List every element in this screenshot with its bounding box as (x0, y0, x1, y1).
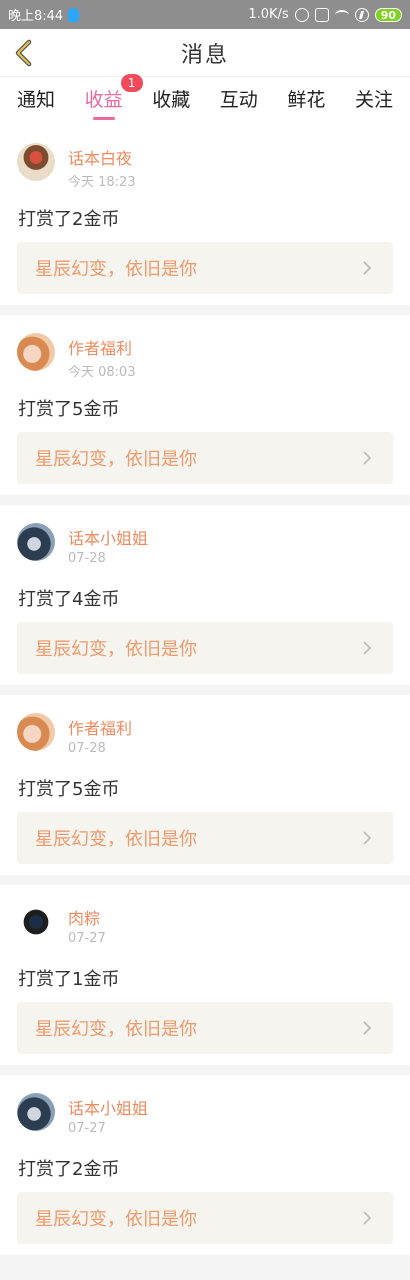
chevron-right-icon (363, 1211, 372, 1225)
book-title: 星辰幻变，依旧是你 (35, 449, 197, 470)
book-title: 星辰幻变，依旧是你 (35, 829, 197, 850)
tab-label: 收益 (84, 89, 123, 111)
network-speed: 1.0K/s (248, 7, 289, 22)
book-link[interactable]: 星辰幻变，依旧是你 (17, 432, 393, 484)
tab-label: 收藏 (152, 89, 191, 111)
book-link[interactable]: 星辰幻变，依旧是你 (17, 812, 393, 864)
book-link[interactable]: 星辰幻变，依旧是你 (17, 622, 393, 674)
tab-earnings[interactable]: 收益 1 (84, 74, 143, 125)
book-link[interactable]: 星辰幻变，依旧是你 (17, 242, 393, 294)
reward-item: 话本小姐姐 07-27 打赏了2金币星辰幻变，依旧是你 (0, 1075, 410, 1255)
timestamp: 07-27 (68, 1121, 106, 1136)
notification-icon (68, 7, 80, 22)
tab-favorites[interactable]: 收藏 (152, 77, 190, 125)
tab-notifications[interactable]: 通知 (17, 77, 55, 125)
reward-item: 话本白夜今天 18:23 打赏了2金币星辰幻变，依旧是你 (0, 125, 410, 305)
timestamp: 今天 18:23 (68, 175, 136, 190)
avatar[interactable] (17, 1093, 55, 1131)
sim-icon (314, 7, 329, 22)
header: 消息 (0, 29, 410, 77)
alarm-icon (294, 7, 309, 22)
status-bar: 晚上8:44 1.0K/s 90 (0, 0, 410, 29)
reward-message: 打赏了2金币 (18, 1159, 120, 1180)
chevron-right-icon (363, 261, 372, 275)
chevron-right-icon (363, 1021, 372, 1035)
book-link[interactable]: 星辰幻变，依旧是你 (17, 1002, 393, 1054)
charging-icon (354, 7, 369, 22)
back-arrow-icon[interactable] (10, 37, 40, 69)
tab-label: 通知 (17, 89, 56, 111)
avatar[interactable] (17, 713, 55, 751)
book-title: 星辰幻变，依旧是你 (35, 1209, 197, 1230)
reward-item: 作者福利今天 08:03 打赏了5金币星辰幻变，依旧是你 (0, 315, 410, 495)
avatar[interactable] (17, 143, 55, 181)
tab-flowers[interactable]: 鲜花 (287, 77, 325, 125)
tab-label: 互动 (219, 89, 258, 111)
status-time: 晚上8:44 (8, 9, 64, 24)
wifi-icon (334, 9, 349, 20)
reward-message: 打赏了1金币 (18, 969, 120, 990)
timestamp: 07-27 (68, 931, 106, 946)
reward-message: 打赏了5金币 (18, 779, 120, 800)
timestamp: 07-28 (68, 551, 106, 566)
page-title: 消息 (180, 42, 229, 68)
battery-indicator: 90 (374, 7, 402, 22)
tab-interactions[interactable]: 互动 (220, 77, 258, 125)
reward-message: 打赏了5金币 (18, 399, 120, 420)
reward-message: 打赏了4金币 (18, 589, 120, 610)
tab-following[interactable]: 关注 (355, 77, 393, 125)
book-title: 星辰幻变，依旧是你 (35, 1019, 197, 1040)
username[interactable]: 话本小姐姐 (68, 525, 148, 549)
avatar[interactable] (17, 903, 55, 941)
book-link[interactable]: 星辰幻变，依旧是你 (17, 1192, 393, 1244)
avatar[interactable] (17, 523, 55, 561)
tab-label: 鲜花 (287, 89, 326, 111)
timestamp: 07-28 (68, 741, 106, 756)
tab-label: 关注 (354, 89, 393, 111)
timestamp: 今天 08:03 (68, 365, 136, 380)
tab-bar: 通知 收益 1 收藏 互动 鲜花 关注 (0, 74, 410, 125)
book-title: 星辰幻变，依旧是你 (35, 259, 197, 280)
username[interactable]: 话本小姐姐 (68, 1095, 148, 1119)
username[interactable]: 作者福利 (68, 715, 132, 739)
username[interactable]: 话本白夜 (68, 145, 132, 169)
message-feed: 话本白夜 今天 18:23 打赏了2金币 星辰幻变，依旧是你 作者福利 今天 08:03 打… (0, 125, 410, 1265)
chevron-right-icon (363, 641, 372, 655)
avatar[interactable] (17, 333, 55, 371)
reward-item: 肉粽 07-27 打赏了1金币星辰幻变，依旧是你 (0, 885, 410, 1065)
chevron-right-icon (363, 831, 372, 845)
book-title: 星辰幻变，依旧是你 (35, 639, 197, 660)
reward-item: 话本小姐姐 07-28 打赏了4金币星辰幻变，依旧是你 (0, 505, 410, 685)
chevron-right-icon (363, 451, 372, 465)
username[interactable]: 作者福利 (68, 335, 132, 359)
username[interactable]: 肉粽 (68, 905, 100, 929)
reward-message: 打赏了2金币 (18, 209, 120, 230)
reward-item: 作者福利 07-28 打赏了5金币星辰幻变，依旧是你 (0, 695, 410, 875)
tab-active-underline (92, 117, 115, 120)
tab-badge: 1 (120, 74, 143, 92)
